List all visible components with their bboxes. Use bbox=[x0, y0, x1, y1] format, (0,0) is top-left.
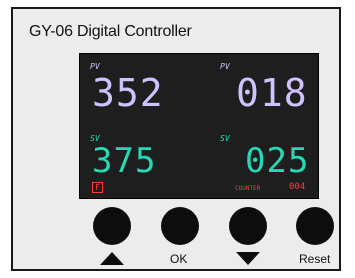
ok-button[interactable] bbox=[161, 207, 199, 245]
right-pv-value: 018 bbox=[236, 71, 308, 115]
arrow-down-icon bbox=[236, 252, 260, 265]
device-title: GY-06 Digital Controller bbox=[29, 23, 192, 40]
display-screen: PV 352 SV 375 F PV 018 SV 025 COUNTER 00… bbox=[79, 53, 319, 199]
reset-button-label: Reset bbox=[299, 252, 331, 266]
down-button[interactable] bbox=[229, 207, 267, 245]
arrow-up-icon bbox=[100, 252, 124, 265]
left-pv-tag: PV bbox=[90, 62, 100, 71]
right-sv-tag: SV bbox=[220, 134, 230, 143]
reset-button[interactable] bbox=[296, 207, 334, 245]
ok-button-label: OK bbox=[170, 252, 188, 266]
unit-indicator: F bbox=[92, 182, 103, 193]
controller-panel: GY-06 Digital Controller PV 352 SV 375 F… bbox=[11, 7, 341, 271]
counter-label: COUNTER bbox=[235, 185, 261, 192]
up-button[interactable] bbox=[93, 207, 131, 245]
right-pv-tag: PV bbox=[220, 62, 230, 71]
left-sv-value: 375 bbox=[92, 141, 157, 181]
right-sv-value: 025 bbox=[245, 141, 310, 181]
counter-value: 004 bbox=[289, 182, 306, 192]
left-pv-value: 352 bbox=[92, 71, 164, 115]
